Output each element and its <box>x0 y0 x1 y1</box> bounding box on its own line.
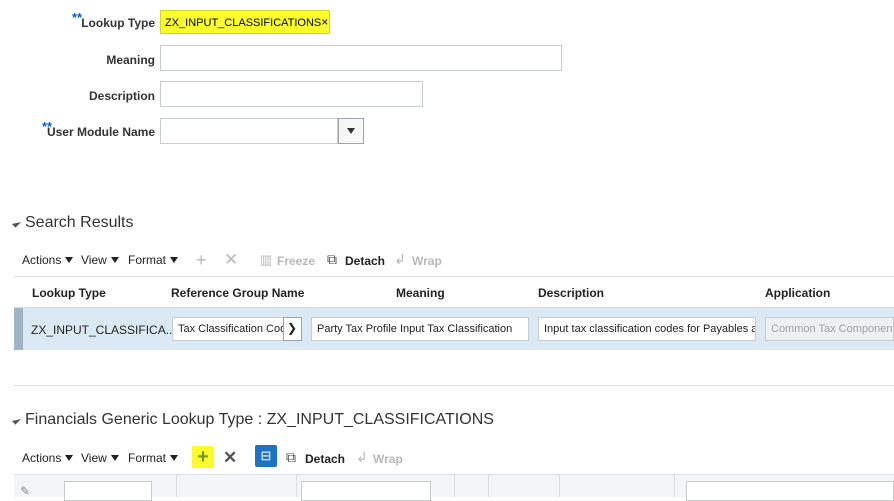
actions-menu[interactable]: Actions <box>22 253 74 267</box>
generic-lookup-toolbar: Actions View Format + ✕ ⊟ ⧉ Detach ↲ Wra… <box>22 445 442 469</box>
new-row-input[interactable] <box>301 481 431 501</box>
column-header-lookup-type[interactable]: Lookup Type <box>32 286 106 300</box>
freeze-button[interactable]: Freeze <box>277 254 315 268</box>
table-bottom-border <box>14 385 894 386</box>
collapse-icon <box>11 218 22 228</box>
chevron-down-icon <box>347 128 355 134</box>
table-row[interactable]: ZX_INPUT_CLASSIFICA... Tax Classificatio… <box>14 308 894 350</box>
reference-group-dropdown-button[interactable]: ❯ <box>283 317 302 341</box>
freeze-icon: ▥ <box>260 252 273 267</box>
column-divider <box>559 475 560 497</box>
format-label: Format <box>128 451 167 465</box>
chevron-down-icon <box>65 257 74 263</box>
row-meaning-input[interactable]: Party Tax Profile Input Tax Classificati… <box>311 317 529 341</box>
wrap-icon: ↲ <box>356 449 368 465</box>
chevron-down-icon <box>110 257 119 263</box>
description-input[interactable] <box>160 81 423 107</box>
view-menu[interactable]: View <box>81 451 119 465</box>
wrap-icon: ↲ <box>394 251 406 267</box>
format-menu[interactable]: Format <box>128 253 179 267</box>
user-module-dropdown-button[interactable] <box>338 118 364 144</box>
lookup-type-label: Lookup Type <box>81 16 155 30</box>
chevron-down-icon <box>170 257 179 263</box>
results-table-header: Lookup Type Reference Group Name Meaning… <box>14 277 894 307</box>
view-label: View <box>81 253 107 267</box>
edit-icon: ✎ <box>20 484 31 498</box>
row-selection-marker <box>14 308 23 350</box>
detach-icon: ⧉ <box>327 251 337 267</box>
chevron-down-icon: ❯ <box>287 321 298 335</box>
view-menu[interactable]: View <box>81 253 119 267</box>
new-table-row[interactable]: ✎ <box>14 475 894 501</box>
new-row-input[interactable] <box>64 481 152 501</box>
row-application-field: Common Tax Components <box>765 317 894 341</box>
reference-group-select[interactable]: Tax Classification Code <box>172 317 284 341</box>
wrap-button[interactable]: Wrap <box>373 452 403 466</box>
detach-button[interactable]: Detach <box>305 452 345 466</box>
format-label: Format <box>128 253 167 267</box>
column-header-reference-group[interactable]: Reference Group Name <box>171 286 304 300</box>
collapse-icon <box>11 415 22 425</box>
column-divider <box>674 475 675 497</box>
format-menu[interactable]: Format <box>128 451 179 465</box>
detach-button[interactable]: Detach <box>345 254 385 268</box>
delete-icon[interactable]: ✕ <box>224 250 238 270</box>
row-lookup-type: ZX_INPUT_CLASSIFICA... <box>31 323 176 337</box>
lookup-type-value: ZX_INPUT_CLASSIFICATIONS <box>165 17 322 29</box>
row-description-input[interactable]: Input tax classification codes for Payab… <box>538 317 756 341</box>
add-icon[interactable]: + <box>192 446 214 468</box>
column-divider <box>176 475 177 497</box>
column-header-meaning[interactable]: Meaning <box>396 286 445 300</box>
user-module-label: User Module Name <box>46 125 155 139</box>
search-results-title: Search Results <box>25 214 134 231</box>
description-label: Description <box>88 89 155 103</box>
meaning-input[interactable] <box>160 45 562 71</box>
column-header-description[interactable]: Description <box>538 286 604 300</box>
column-header-application[interactable]: Application <box>765 286 830 300</box>
search-results-toolbar: Actions View Format + ✕ ▥ Freeze ⧉ Detac… <box>22 250 462 271</box>
actions-label: Actions <box>22 451 62 465</box>
generic-lookup-title: Financials Generic Lookup Type : ZX_INPU… <box>25 411 494 428</box>
generic-lookup-header[interactable]: Financials Generic Lookup Type : ZX_INPU… <box>11 411 494 429</box>
column-divider <box>296 475 297 497</box>
user-module-select[interactable] <box>160 118 338 144</box>
lookup-type-input[interactable]: ZX_INPUT_CLASSIFICATIONS× <box>160 10 330 34</box>
meaning-label: Meaning <box>106 53 155 67</box>
search-results-header[interactable]: Search Results <box>11 214 134 232</box>
column-divider <box>488 475 489 497</box>
chevron-down-icon <box>110 455 119 461</box>
delete-icon[interactable]: ✕ <box>223 448 237 468</box>
add-icon[interactable]: + <box>196 250 207 271</box>
column-divider <box>454 475 455 497</box>
actions-label: Actions <box>22 253 62 267</box>
detach-icon: ⧉ <box>286 449 296 465</box>
query-by-example-icon[interactable]: ⊟ <box>255 445 277 467</box>
search-form: ** Lookup Type ZX_INPUT_CLASSIFICATIONS×… <box>0 0 894 180</box>
wrap-button[interactable]: Wrap <box>412 254 442 268</box>
actions-menu[interactable]: Actions <box>22 451 74 465</box>
clear-icon[interactable]: × <box>321 15 328 29</box>
new-row-input[interactable] <box>686 481 894 501</box>
chevron-down-icon <box>170 455 179 461</box>
view-label: View <box>81 451 107 465</box>
chevron-down-icon <box>65 455 74 461</box>
